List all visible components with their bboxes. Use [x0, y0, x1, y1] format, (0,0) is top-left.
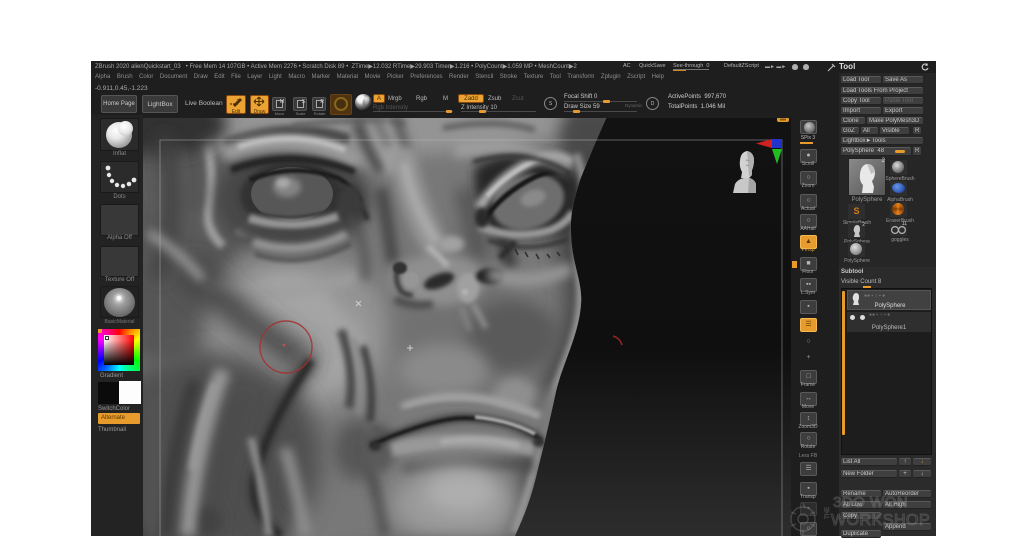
svg-text:3DO WON: 3DO WON	[833, 494, 908, 511]
svg-text:THE: THE	[825, 507, 831, 519]
svg-text:WORKSHOP: WORKSHOP	[831, 512, 930, 529]
